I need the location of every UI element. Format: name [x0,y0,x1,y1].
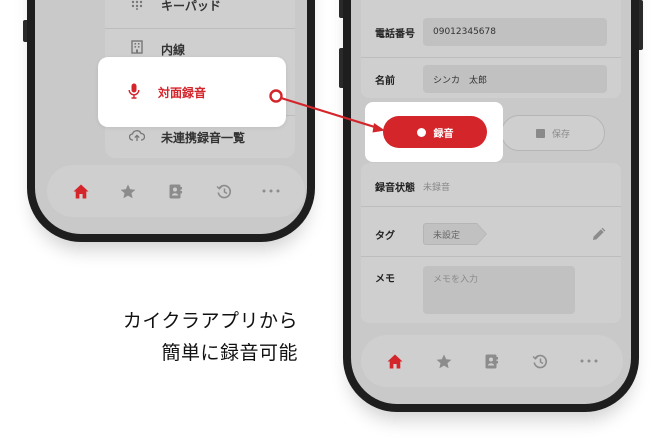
bottom-tab-bar [47,165,305,217]
name-row: 名前 シンカ 太郎 [361,65,621,93]
cloud-upload-icon [127,129,147,146]
tag-label: タグ [375,230,395,242]
row-divider [361,206,621,207]
phone-number-field[interactable]: 09012345678 [423,18,607,46]
caption-line-2: 簡単に録音可能 [161,342,298,364]
history-icon [216,184,231,198]
record-button-label: 録音 [433,128,454,140]
tab-favorites[interactable] [429,346,459,376]
tab-history[interactable] [525,346,555,376]
menu-item-label: 内線 [161,42,186,57]
side-button [23,20,27,42]
star-icon [436,354,451,368]
bottom-tab-bar [361,335,623,387]
caption: カイクラアプリから 簡単に録音可能 [123,305,298,369]
edit-pencil-icon[interactable] [592,226,607,244]
memo-input[interactable]: メモを入力 [423,266,575,314]
record-dot-icon [416,127,426,137]
more-icon [262,189,280,193]
tab-home[interactable] [380,346,410,376]
stop-square-icon [535,128,545,138]
right-phone-frame: 電話番号 09012345678 名前 シンカ 太郎 保存 録音状態 未録音 タ… [339,0,643,412]
record-button-highlight: 録音 [365,102,503,162]
home-icon [73,184,89,198]
phone-number-label: 電話番号 [375,28,415,40]
more-icon [580,359,598,363]
name-label: 名前 [375,75,395,87]
tab-contacts[interactable] [477,346,507,376]
side-button [339,48,343,88]
save-button[interactable]: 保存 [501,115,605,151]
side-button [339,0,343,18]
save-button-label: 保存 [551,129,570,140]
contacts-icon [169,184,183,198]
record-button[interactable]: 録音 [383,116,487,148]
building-icon [127,40,147,58]
history-icon [532,354,548,368]
menu-item-label: 対面録音 [158,85,207,100]
microphone-icon [128,83,142,102]
menu-item-keypad[interactable]: キーパッド [105,0,295,27]
menu-item-label: 未連携録音一覧 [161,130,246,145]
memo-row: メモ メモを入力 [361,266,621,316]
contacts-icon [485,354,499,368]
row-divider [361,256,621,257]
phone-number-row: 電話番号 09012345678 [361,18,621,46]
tab-more[interactable] [574,346,604,376]
menu-item-label: キーパッド [161,0,221,13]
tab-more[interactable] [256,176,286,206]
side-button [639,0,643,50]
right-phone-screen: 電話番号 09012345678 名前 シンカ 太郎 保存 録音状態 未録音 タ… [351,0,631,404]
recording-status-row: 録音状態 未録音 [361,174,621,198]
home-icon [387,354,403,368]
tab-contacts[interactable] [161,176,191,206]
tag-chip[interactable]: 未設定 [423,223,487,245]
caption-line-1: カイクラアプリから [122,310,298,332]
tab-history[interactable] [209,176,239,206]
tab-home[interactable] [66,176,96,206]
tag-row: タグ 未設定 [361,222,621,246]
menu-item-face-to-face-recording[interactable]: 対面録音 [98,57,286,127]
tab-favorites[interactable] [113,176,143,206]
star-icon [120,184,136,198]
recording-status-label: 録音状態 [375,182,415,194]
name-field[interactable]: シンカ 太郎 [423,65,607,93]
recording-status-value: 未録音 [423,182,451,193]
keypad-icon [127,0,147,14]
row-divider [361,57,621,58]
tag-value: 未設定 [433,230,461,241]
memo-label: メモ [375,274,395,285]
